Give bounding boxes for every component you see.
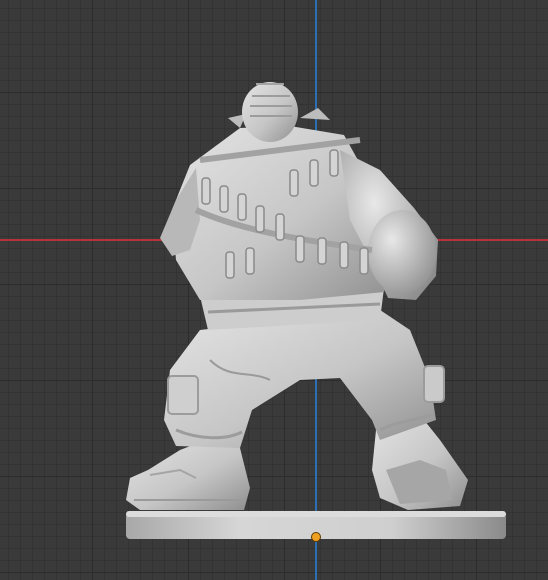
miniature-model[interactable] [0, 0, 548, 580]
head [242, 82, 298, 142]
3d-viewport[interactable] [0, 0, 548, 580]
origin-pivot-point[interactable] [312, 533, 320, 541]
left-boot [126, 440, 250, 510]
legs [164, 310, 445, 448]
